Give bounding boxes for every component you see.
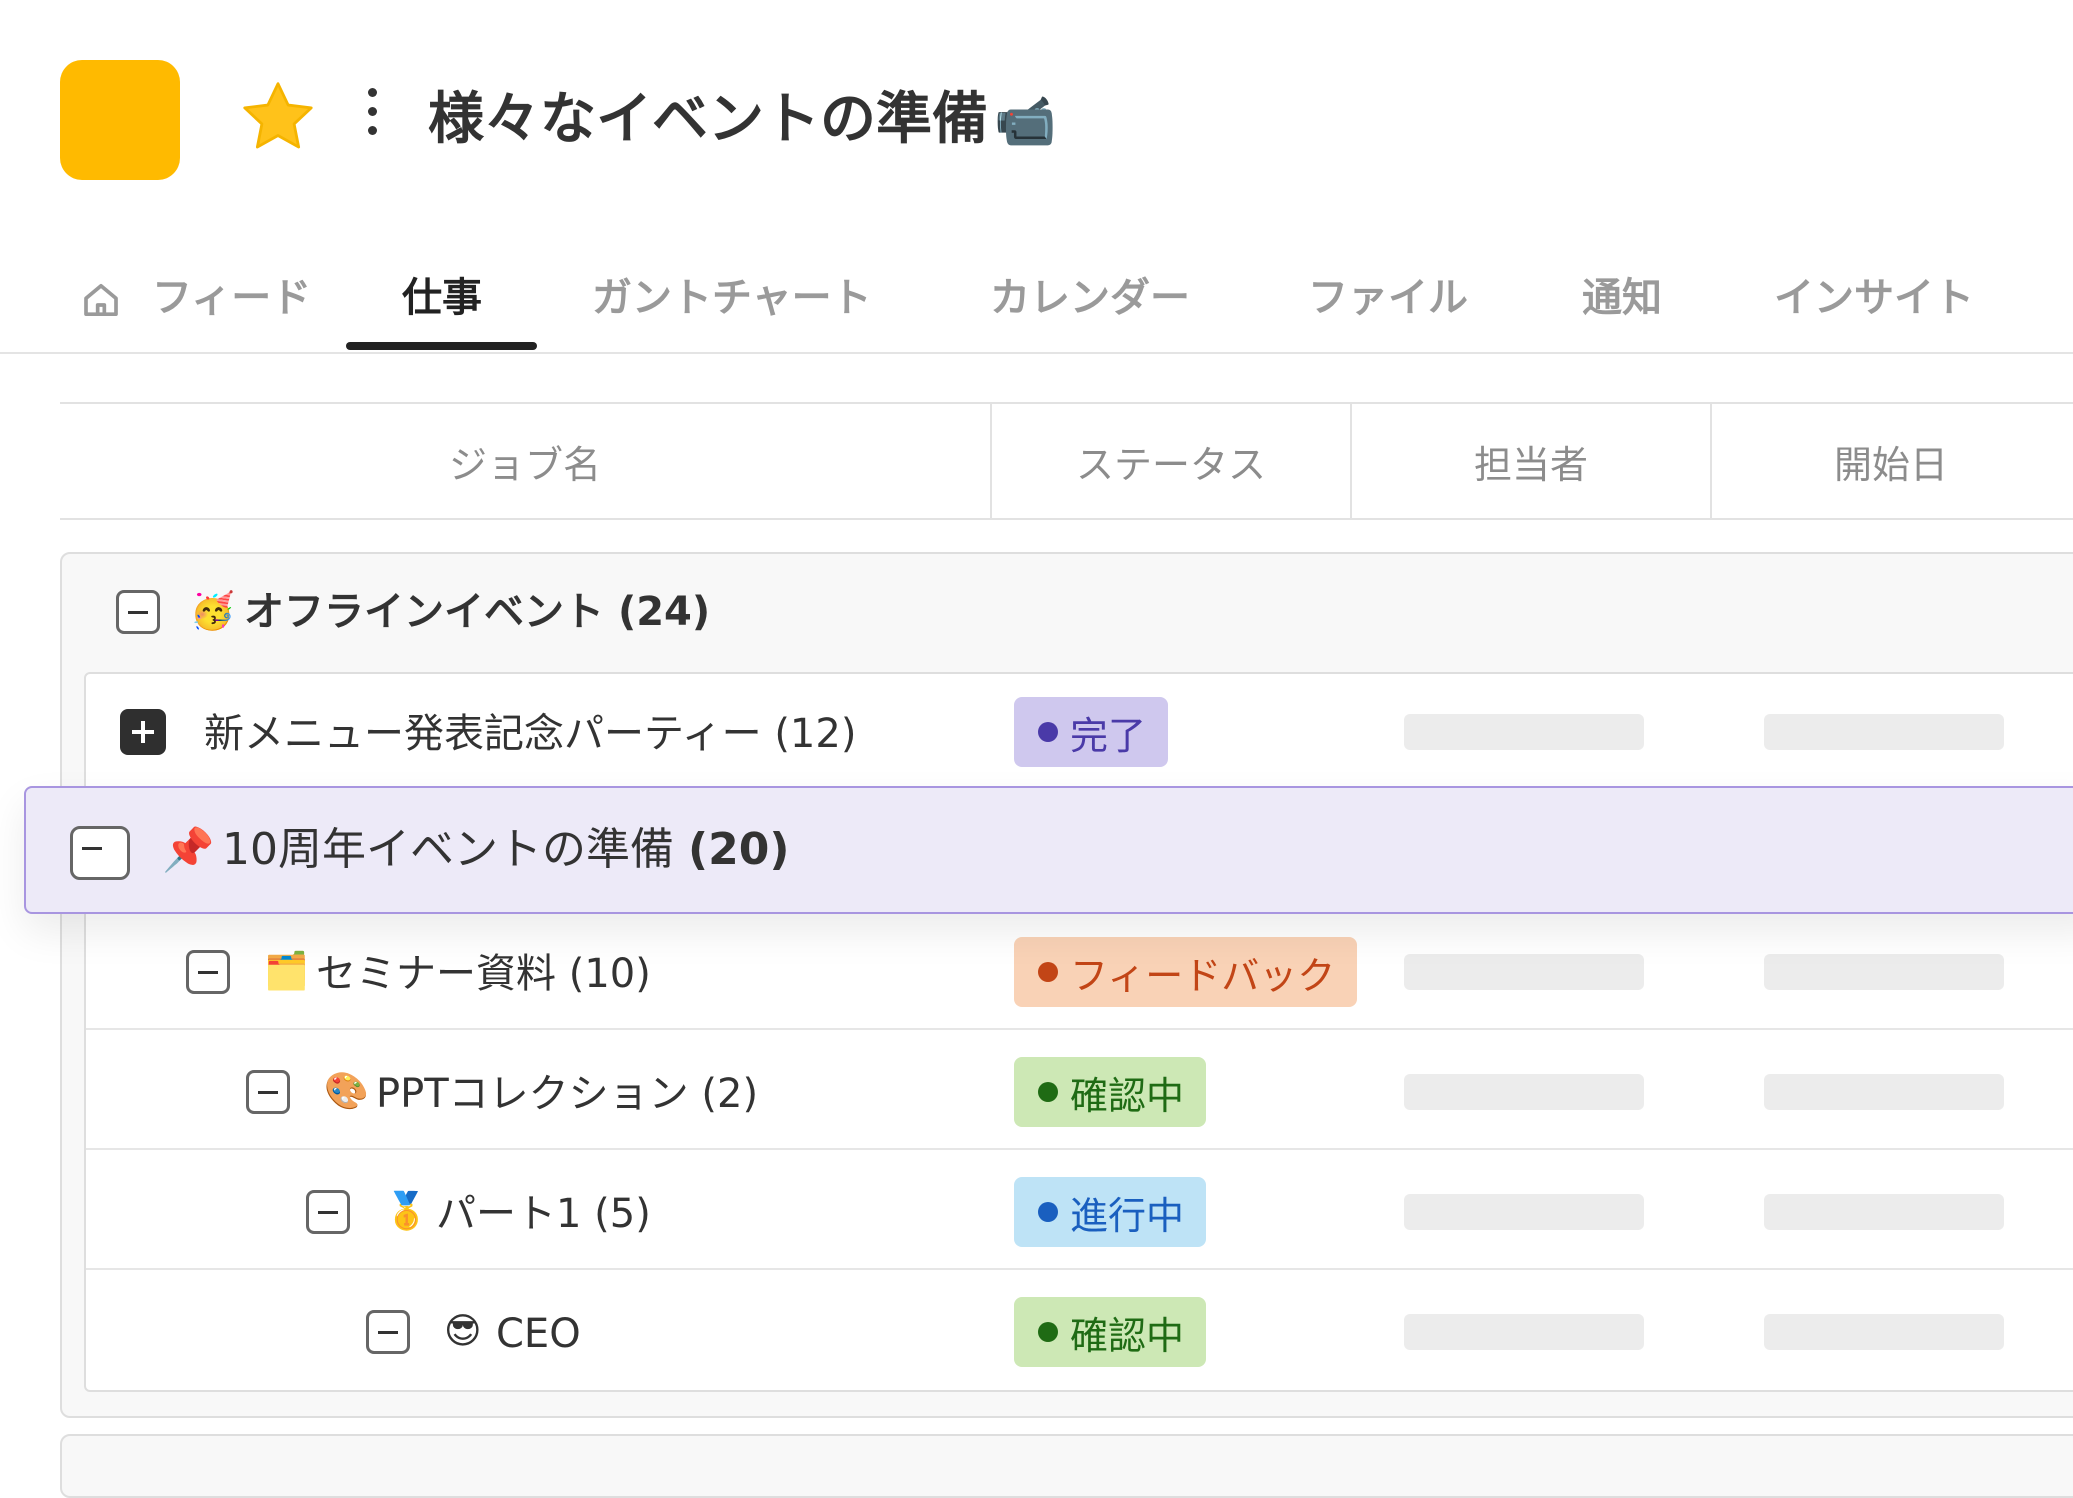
assignee-placeholder[interactable] [1404, 714, 1644, 750]
tab-feed[interactable]: フィード [152, 270, 311, 326]
start-date-placeholder[interactable] [1764, 1074, 2004, 1110]
status-dot [1038, 962, 1058, 982]
task-name-text: 10周年イベントの準備 [222, 824, 674, 875]
collapse-toggle-button[interactable] [70, 826, 130, 880]
task-name-text: CEO [496, 1311, 581, 1357]
status-label: 完了 [1070, 713, 1147, 758]
group-card [60, 1434, 2073, 1498]
tab-gantt-chart[interactable]: ガントチャート [592, 270, 872, 326]
status-dot [1038, 1322, 1058, 1342]
task-name[interactable]: パート1 (5) [436, 1186, 651, 1242]
task-name[interactable]: 10周年イベントの準備 (20) [222, 822, 789, 878]
project-icon[interactable] [60, 60, 180, 180]
collapse-toggle-button[interactable] [306, 1190, 350, 1234]
column-header-job-name[interactable]: ジョブ名 [60, 404, 990, 518]
tab-work[interactable]: 仕事 [402, 270, 482, 326]
row-divider [86, 1148, 2073, 1150]
tab-insights[interactable]: インサイト [1774, 270, 1974, 326]
active-tab-indicator [346, 342, 537, 350]
task-count: (10) [568, 951, 651, 997]
status-dot [1038, 722, 1058, 742]
pushpin-icon: 📌 [162, 825, 215, 874]
party-face-icon: 🥳 [190, 591, 235, 632]
card-index-dividers-icon: 🗂️ [264, 951, 309, 992]
task-count: (2) [701, 1071, 759, 1117]
dragged-row[interactable]: 📌 10周年イベントの準備 (20) [24, 786, 2073, 914]
start-date-placeholder[interactable] [1764, 1314, 2004, 1350]
project-title: 様々なイベントの準備 📹 [428, 84, 1056, 157]
assignee-placeholder[interactable] [1404, 1194, 1644, 1230]
divider [0, 352, 2073, 354]
collapse-toggle-button[interactable] [186, 950, 230, 994]
task-count: (20) [688, 824, 790, 875]
task-count: (5) [594, 1191, 651, 1237]
collapse-toggle-button[interactable] [366, 1310, 410, 1354]
status-label: フィードバック [1070, 953, 1336, 998]
task-count: (12) [774, 711, 857, 757]
task-name-text: パート1 [436, 1191, 582, 1237]
tab-calendar[interactable]: カレンダー [990, 270, 1190, 326]
column-header-assignee[interactable]: 担当者 [1352, 404, 1710, 518]
assignee-placeholder[interactable] [1404, 1314, 1644, 1350]
medal-icon: 🥇 [384, 1191, 429, 1232]
collapse-toggle-button[interactable] [116, 590, 160, 634]
status-badge[interactable]: フィードバック [1014, 937, 1358, 1007]
start-date-placeholder[interactable] [1764, 714, 2004, 750]
start-date-placeholder[interactable] [1764, 954, 2004, 990]
column-header-start-date[interactable]: 開始日 [1712, 404, 2070, 518]
group-count: (24) [617, 589, 711, 635]
row-divider [86, 1268, 2073, 1270]
task-name[interactable]: PPTコレクション (2) [376, 1066, 758, 1122]
group-name: オフラインイベント [244, 589, 604, 635]
subtask-card [84, 672, 2073, 1392]
task-name[interactable]: CEO [496, 1306, 581, 1362]
status-label: 進行中 [1070, 1193, 1185, 1238]
collapse-toggle-button[interactable] [246, 1070, 290, 1114]
row-divider [86, 1028, 2073, 1030]
status-badge[interactable]: 確認中 [1014, 1057, 1207, 1127]
assignee-placeholder[interactable] [1404, 954, 1644, 990]
status-badge[interactable]: 確認中 [1014, 1297, 1207, 1367]
start-date-placeholder[interactable] [1764, 1194, 2004, 1230]
expand-toggle-button[interactable] [120, 709, 166, 755]
home-icon [84, 284, 118, 316]
column-header-status[interactable]: ステータス [992, 404, 1350, 518]
divider [60, 518, 2073, 520]
task-name-text: PPTコレクション [376, 1071, 689, 1117]
more-options-icon[interactable] [360, 88, 384, 148]
star-icon[interactable] [236, 76, 320, 160]
project-title-text: 様々なイベントの準備 [428, 87, 988, 152]
status-label: 確認中 [1070, 1073, 1185, 1118]
status-label: 確認中 [1070, 1313, 1185, 1358]
group-title[interactable]: オフラインイベント (24) [244, 584, 710, 640]
task-name-text: 新メニュー発表記念パーティー [204, 711, 762, 757]
status-dot [1038, 1082, 1058, 1102]
sunglasses-face-icon: 😎 [444, 1311, 482, 1352]
tab-notifications[interactable]: 通知 [1582, 270, 1662, 326]
tab-files[interactable]: ファイル [1308, 270, 1468, 326]
task-name[interactable]: 新メニュー発表記念パーティー (12) [204, 706, 856, 762]
video-camera-icon: 📹 [994, 92, 1057, 150]
task-name-text: セミナー資料 [316, 951, 556, 997]
task-name[interactable]: セミナー資料 (10) [316, 946, 651, 1002]
status-badge[interactable]: 進行中 [1014, 1177, 1207, 1247]
status-dot [1038, 1202, 1058, 1222]
assignee-placeholder[interactable] [1404, 1074, 1644, 1110]
status-badge[interactable]: 完了 [1014, 697, 1169, 767]
artist-palette-icon: 🎨 [324, 1071, 369, 1112]
